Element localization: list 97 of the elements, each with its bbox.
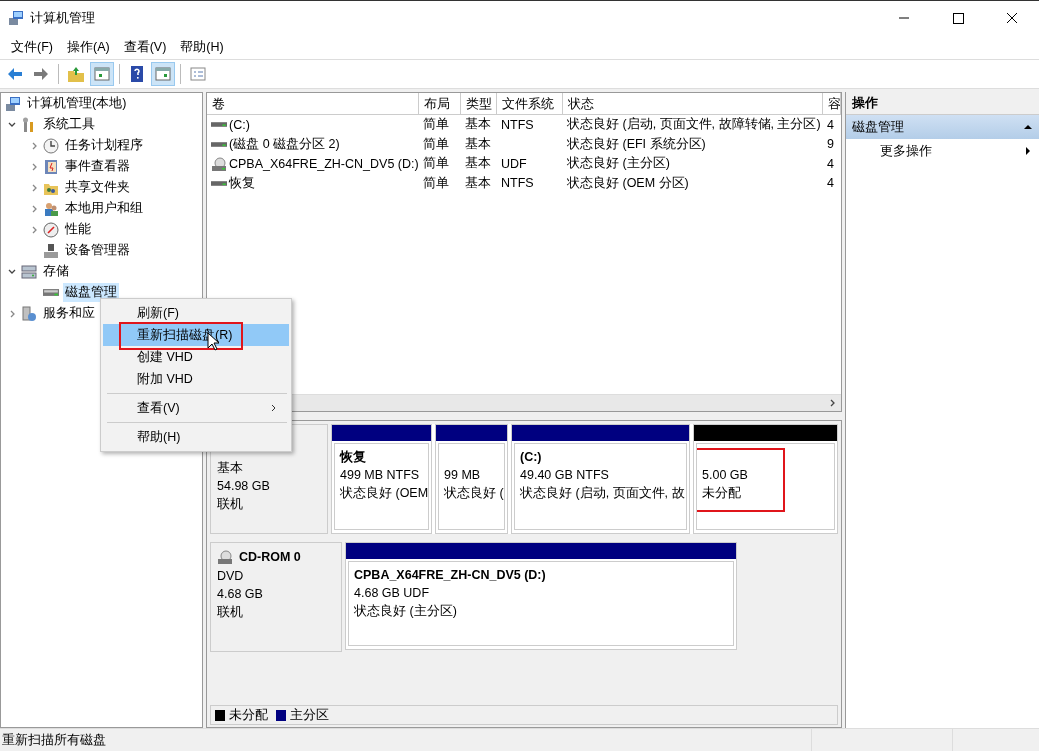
menu-item[interactable]: 帮助(H) — [173, 36, 231, 58]
table-cell: 4 — [827, 156, 834, 171]
table-cell: 状态良好 (EFI 系统分区) — [567, 135, 706, 153]
table-cell: 9 — [827, 137, 834, 152]
table-cell: (C:) — [229, 117, 250, 132]
table-cell: 基本 — [465, 155, 491, 173]
help-icon — [128, 65, 146, 83]
table-cell: 简单 — [423, 135, 449, 153]
window-title: 计算机管理 — [30, 9, 95, 27]
window-pane-icon — [154, 65, 172, 83]
partition-info: 49.40 GB NTFS — [520, 467, 610, 484]
partition-block[interactable]: 99 MB 状态良好 ( — [435, 424, 508, 534]
device-icon — [43, 242, 59, 259]
clock-icon — [43, 137, 59, 154]
tree-item[interactable]: 事件查看器 — [63, 157, 132, 176]
partition-block[interactable]: CPBA_X64FRE_ZH-CN_DV5 (D:) 4.68 GB UDF 状态良好 (主分区) — [345, 542, 737, 650]
table-cell: 基本 — [465, 135, 491, 153]
partition-info: 99 MB — [444, 467, 482, 484]
table-cell: 简单 — [423, 174, 449, 192]
list-icon — [189, 65, 207, 83]
window-pane-icon — [93, 65, 111, 83]
drive-icon — [211, 141, 227, 147]
pane-header: 操作 — [846, 92, 1039, 115]
partition-info: 499 MB NTFS — [340, 467, 421, 484]
table-cell: UDF — [501, 156, 527, 171]
collapse-icon[interactable] — [1023, 122, 1033, 132]
partition-block[interactable]: 5.00 GB 未分配 — [693, 424, 838, 534]
partition-block[interactable]: 恢复 499 MB NTFS 状态良好 (OEM — [331, 424, 432, 534]
table-cell: 状态良好 (启动, 页面文件, 故障转储, 主分区) — [567, 116, 821, 134]
right-arrow-icon — [32, 65, 50, 83]
table-cell: 状态良好 (主分区) — [567, 155, 670, 173]
table-cell: 简单 — [423, 155, 449, 173]
menu-item[interactable]: 操作(A) — [59, 36, 117, 58]
disc-drive-icon — [211, 155, 227, 172]
folder-icon — [67, 65, 85, 83]
table-cell: NTFS — [501, 117, 534, 132]
disk-title: CD-ROM 0 — [239, 550, 301, 564]
tree-item[interactable]: 本地用户和组 — [63, 199, 145, 218]
table-cell: 基本 — [465, 116, 491, 134]
disc-drive-icon — [217, 549, 233, 565]
computer-icon — [5, 95, 21, 112]
partition-title: 恢复 — [340, 449, 367, 466]
storage-icon — [21, 263, 37, 280]
tree-item[interactable]: 性能 — [63, 220, 93, 239]
services-icon — [21, 305, 37, 322]
menu-item[interactable]: 附加 VHD — [103, 368, 289, 390]
partition-title: CPBA_X64FRE_ZH-CN_DV5 (D:) — [354, 567, 547, 584]
partition-info: 状态良好 (主分区) — [354, 603, 458, 620]
tree-item[interactable]: 磁盘管理 — [63, 283, 119, 302]
table-cell: 4 — [827, 176, 834, 191]
menu-item[interactable]: 创建 VHD — [103, 346, 289, 368]
drive-icon — [211, 180, 227, 186]
menu-item[interactable]: 帮助(H) — [103, 426, 289, 448]
disk-info: 4.68 GB — [217, 586, 264, 603]
tree-item[interactable]: 计算机管理(本地) — [25, 94, 129, 113]
legend-label: 主分区 — [290, 706, 329, 724]
partition-title: (C:) — [520, 449, 543, 466]
menu-item[interactable]: 刷新(F) — [103, 302, 289, 324]
disk-info: 联机 — [217, 604, 244, 621]
partition-block[interactable]: (C:) 49.40 GB NTFS 状态良好 (启动, 页面文件, 故 — [511, 424, 690, 534]
table-cell: CPBA_X64FRE_ZH-CN_DV5 (D:) — [229, 156, 419, 171]
console-tree-button[interactable] — [90, 62, 114, 86]
legend-label: 未分配 — [229, 706, 268, 724]
table-cell: 基本 — [465, 174, 491, 192]
drive-icon — [43, 289, 59, 296]
action-section[interactable]: 磁盘管理 — [846, 115, 1039, 139]
action-link[interactable]: 更多操作 — [880, 142, 932, 160]
drive-icon — [211, 122, 227, 128]
tree-item[interactable]: 服务和应 — [41, 304, 97, 323]
tree-item[interactable]: 系统工具 — [41, 115, 97, 134]
log-icon — [43, 158, 59, 175]
tree-item[interactable]: 设备管理器 — [63, 241, 132, 260]
menu-item[interactable]: 文件(F) — [4, 36, 60, 58]
partition-info: 未分配 — [702, 485, 742, 502]
table-cell: 简单 — [423, 116, 449, 134]
users-icon — [43, 200, 59, 217]
table-cell: NTFS — [501, 176, 534, 191]
disk-info: 基本 — [217, 460, 244, 477]
disk-info: 54.98 GB — [217, 478, 271, 495]
partition-info: 5.00 GB — [702, 467, 749, 484]
tree-item[interactable]: 任务计划程序 — [63, 136, 145, 155]
menu-item[interactable]: 查看(V) — [103, 397, 289, 419]
table-cell: 状态良好 (OEM 分区) — [567, 174, 689, 192]
disk-info: 联机 — [217, 496, 244, 513]
section-title: 磁盘管理 — [852, 118, 904, 136]
table-cell: (磁盘 0 磁盘分区 2) — [229, 135, 340, 153]
tree-item[interactable]: 存储 — [41, 262, 71, 281]
computer-icon — [8, 10, 24, 26]
disk-info: DVD — [217, 568, 245, 585]
tree-item[interactable]: 共享文件夹 — [63, 178, 132, 197]
status-text: 重新扫描所有磁盘 — [1, 731, 106, 749]
submenu-arrow-icon — [1023, 146, 1033, 156]
gauge-icon — [43, 221, 59, 238]
menu-item[interactable]: 查看(V) — [116, 36, 174, 58]
partition-info: 4.68 GB UDF — [354, 585, 431, 602]
table-cell: 恢复 — [229, 174, 255, 192]
table-cell: 4 — [827, 117, 834, 132]
